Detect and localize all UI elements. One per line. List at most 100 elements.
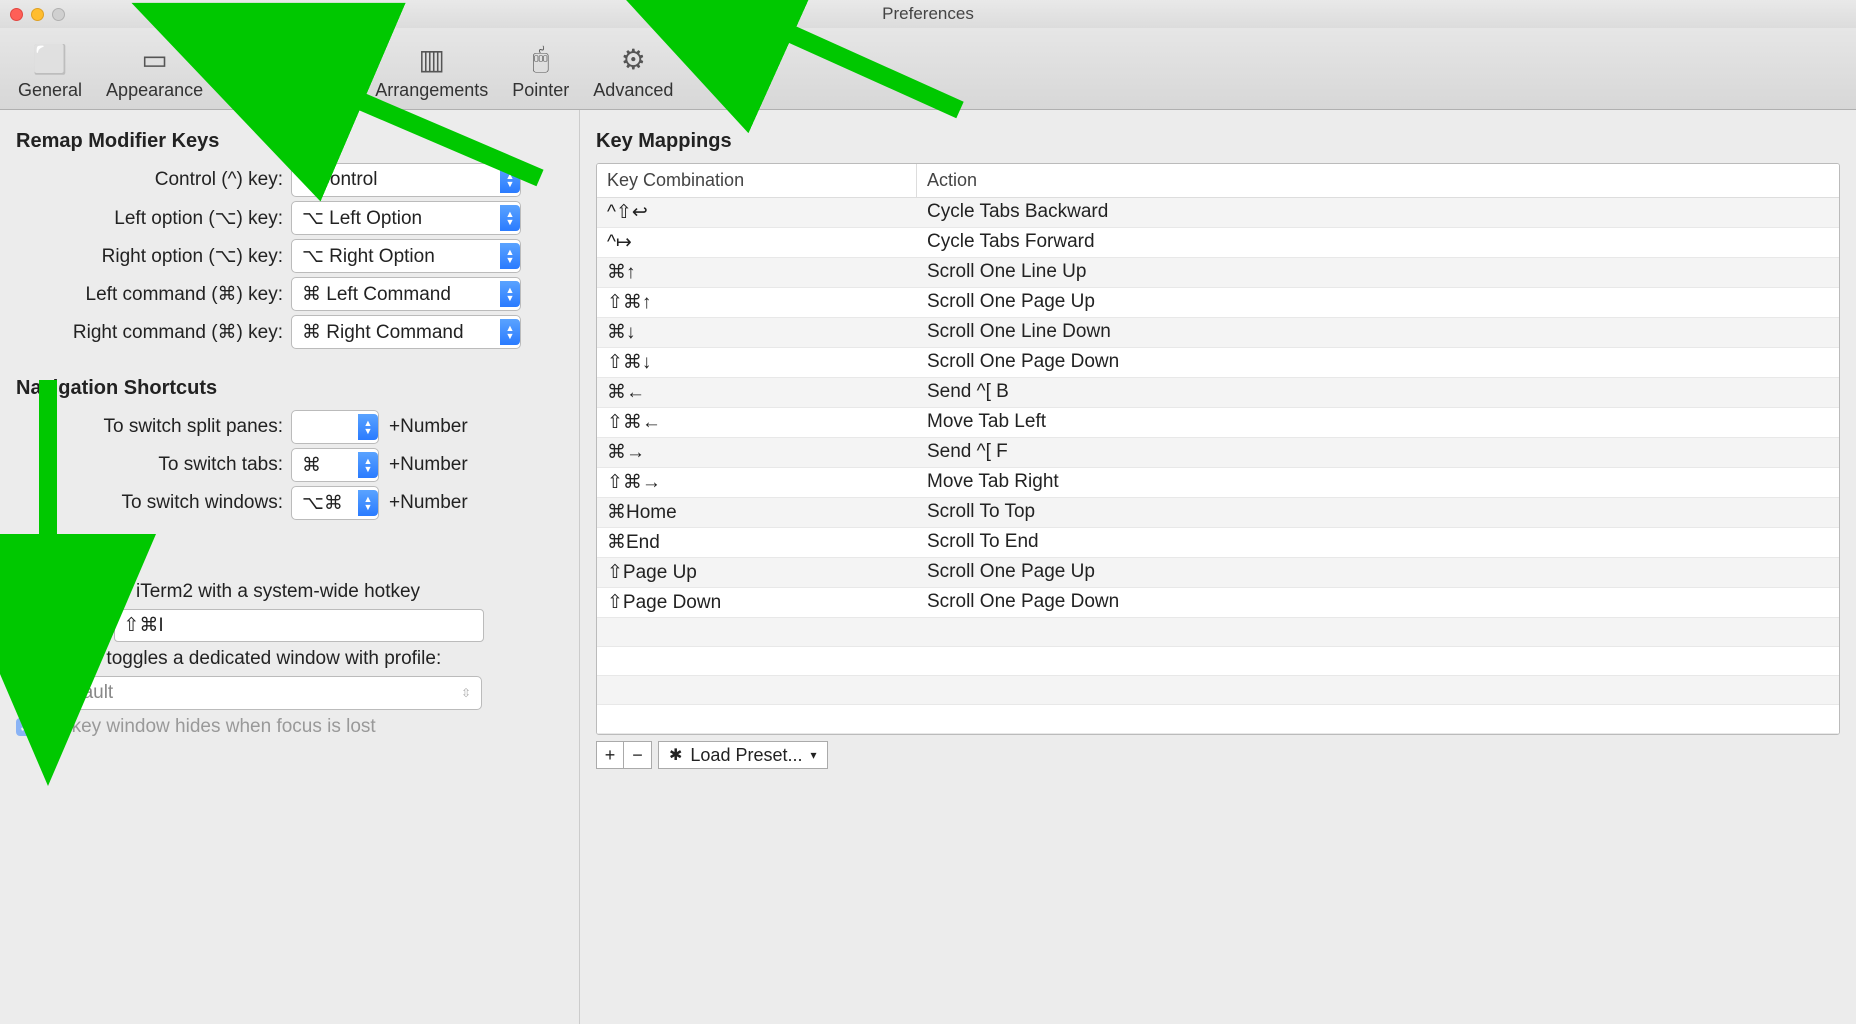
toolbar-tab-keys[interactable]: ⌘Keys [301,34,361,109]
profiles-icon: 👤 [236,38,278,80]
mappings-table[interactable]: Key Combination Action ^⇧↩ Cycle Tabs Ba… [596,163,1840,735]
toolbar-tab-appearance[interactable]: ▭Appearance [96,34,213,109]
cell-combo: ^↦ [597,228,917,257]
nav-label: To switch split panes: [16,416,291,438]
toolbar-tab-label: Keys [311,76,351,97]
nav-select-value: ⌘ [302,454,321,477]
table-row-empty [597,647,1839,676]
zoom-icon [52,8,65,21]
cell-action: Scroll One Line Up [917,258,1096,287]
table-row[interactable]: ⌘← Send ^[ B [597,378,1839,408]
select-arrows-icon: ▲▼ [500,319,520,345]
remap-select-2[interactable]: ⌥ Right Option ▲▼ [291,239,521,273]
table-row-empty [597,618,1839,647]
toolbar-tab-pointer[interactable]: 🖱Pointer [502,34,579,109]
nav-select-0[interactable]: ▲▼ [291,410,379,444]
cell-combo: ⇧Page Down [597,588,917,617]
table-row[interactable]: ⌘End Scroll To End [597,528,1839,558]
select-arrows-icon: ▲▼ [358,490,378,516]
table-row[interactable]: ⇧⌘→ Move Tab Right [597,468,1839,498]
cell-combo: ⌘→ [597,438,917,467]
close-icon[interactable] [10,8,23,21]
table-row[interactable]: ⇧⌘↓ Scroll One Page Down [597,348,1839,378]
col-action[interactable]: Action [917,164,987,197]
cell-combo: ⌘End [597,528,917,557]
minimize-icon[interactable] [31,8,44,21]
table-row[interactable]: ⌘Home Scroll To Top [597,498,1839,528]
toolbar-tab-label: General [18,80,82,101]
table-row[interactable]: ⌘→ Send ^[ F [597,438,1839,468]
remap-select-4[interactable]: ⌘ Right Command ▲▼ [291,315,521,349]
toolbar-tab-advanced[interactable]: ⚙Advanced [583,34,683,109]
table-row[interactable]: ⇧Page Down Scroll One Page Down [597,588,1839,618]
select-arrows-icon: ▲▼ [500,205,520,231]
cell-combo: ⇧⌘← [597,408,917,437]
remove-mapping-button[interactable]: − [624,741,652,769]
select-arrows-icon: ▲▼ [358,414,378,440]
add-mapping-button[interactable]: + [596,741,624,769]
table-row[interactable]: ⌘↓ Scroll One Line Down [597,318,1839,348]
nav-suffix: +Number [389,416,468,438]
cell-action: Cycle Tabs Backward [917,198,1118,227]
toolbar-tab-label: Profiles [227,80,287,101]
nav-suffix: +Number [389,454,468,476]
cell-combo: ⇧⌘↑ [597,288,917,317]
profile-select: Default ⇳ [42,676,482,710]
remap-label: Right option (⌥) key: [16,245,291,268]
remap-select-0[interactable]: ^ Control ▲▼ [291,163,521,197]
toolbar-tab-label: Arrangements [375,80,488,101]
cell-combo: ^⇧↩ [597,198,917,227]
dedicated-window-checkbox[interactable] [16,650,34,668]
remap-select-3[interactable]: ⌘ Left Command ▲▼ [291,277,521,311]
toolbar-tab-label: Advanced [593,80,673,101]
cell-action: Scroll One Page Up [917,288,1105,317]
cell-combo: ⇧Page Up [597,558,917,587]
cell-action: Send ^[ F [917,438,1018,467]
table-row[interactable]: ⇧Page Up Scroll One Page Up [597,558,1839,588]
table-row[interactable]: ⇧⌘← Move Tab Left [597,408,1839,438]
gear-icon: ✱ [669,745,682,765]
remap-select-value: ⌘ Right Command [302,321,464,344]
traffic-lights [10,8,65,21]
appearance-icon: ▭ [134,38,176,80]
cell-combo: ⇧⌘→ [597,468,917,497]
remap-select-value: ^ Control [302,169,377,191]
remap-label: Left command (⌘) key: [16,283,291,306]
remap-select-value: ⌥ Right Option [302,245,435,268]
hotkey-field-label: Hotkey: [42,615,106,637]
cell-action: Scroll One Page Down [917,588,1129,617]
mappings-heading: Key Mappings [596,130,1840,153]
chevron-down-icon: ▾ [810,748,816,762]
toolbar-tab-profiles[interactable]: 👤Profiles [217,34,297,109]
nav-select-2[interactable]: ⌥⌘ ▲▼ [291,486,379,520]
table-row[interactable]: ⇧⌘↑ Scroll One Page Up [597,288,1839,318]
cell-action: Send ^[ B [917,378,1019,407]
titlebar: Preferences [0,0,1856,28]
cell-action: Scroll One Line Down [917,318,1121,347]
col-key-combination[interactable]: Key Combination [597,164,917,197]
table-row[interactable]: ^⇧↩ Cycle Tabs Backward [597,198,1839,228]
nav-select-1[interactable]: ⌘ ▲▼ [291,448,379,482]
toolbar-tab-general[interactable]: ⬜General [8,34,92,109]
load-preset-button[interactable]: ✱ Load Preset... ▾ [658,741,828,769]
remap-heading: Remap Modifier Keys [16,130,563,153]
cell-action: Scroll To Top [917,498,1045,527]
window-title: Preferences [882,4,974,24]
toolbar: ⬜General▭Appearance👤Profiles⌘Keys▥Arrang… [0,28,1856,110]
cell-combo: ⌘← [597,378,917,407]
cell-action: Scroll To End [917,528,1049,557]
nav-suffix: +Number [389,492,468,514]
show-hotkey-checkbox[interactable]: ✓ [16,583,34,601]
hotkey-input[interactable]: ⇧⌘I [114,609,484,642]
table-row[interactable]: ^↦ Cycle Tabs Forward [597,228,1839,258]
remap-select-1[interactable]: ⌥ Left Option ▲▼ [291,201,521,235]
general-icon: ⬜ [29,38,71,80]
table-row[interactable]: ⌘↑ Scroll One Line Up [597,258,1839,288]
toolbar-tab-arrangements[interactable]: ▥Arrangements [365,34,498,109]
cell-combo: ⌘↓ [597,318,917,347]
toolbar-tab-label: Appearance [106,80,203,101]
hides-on-lose-focus-checkbox: ✓ [16,718,34,736]
cell-action: Scroll One Page Up [917,558,1105,587]
remap-label: Left option (⌥) key: [16,207,291,230]
remap-label: Right command (⌘) key: [16,321,291,344]
